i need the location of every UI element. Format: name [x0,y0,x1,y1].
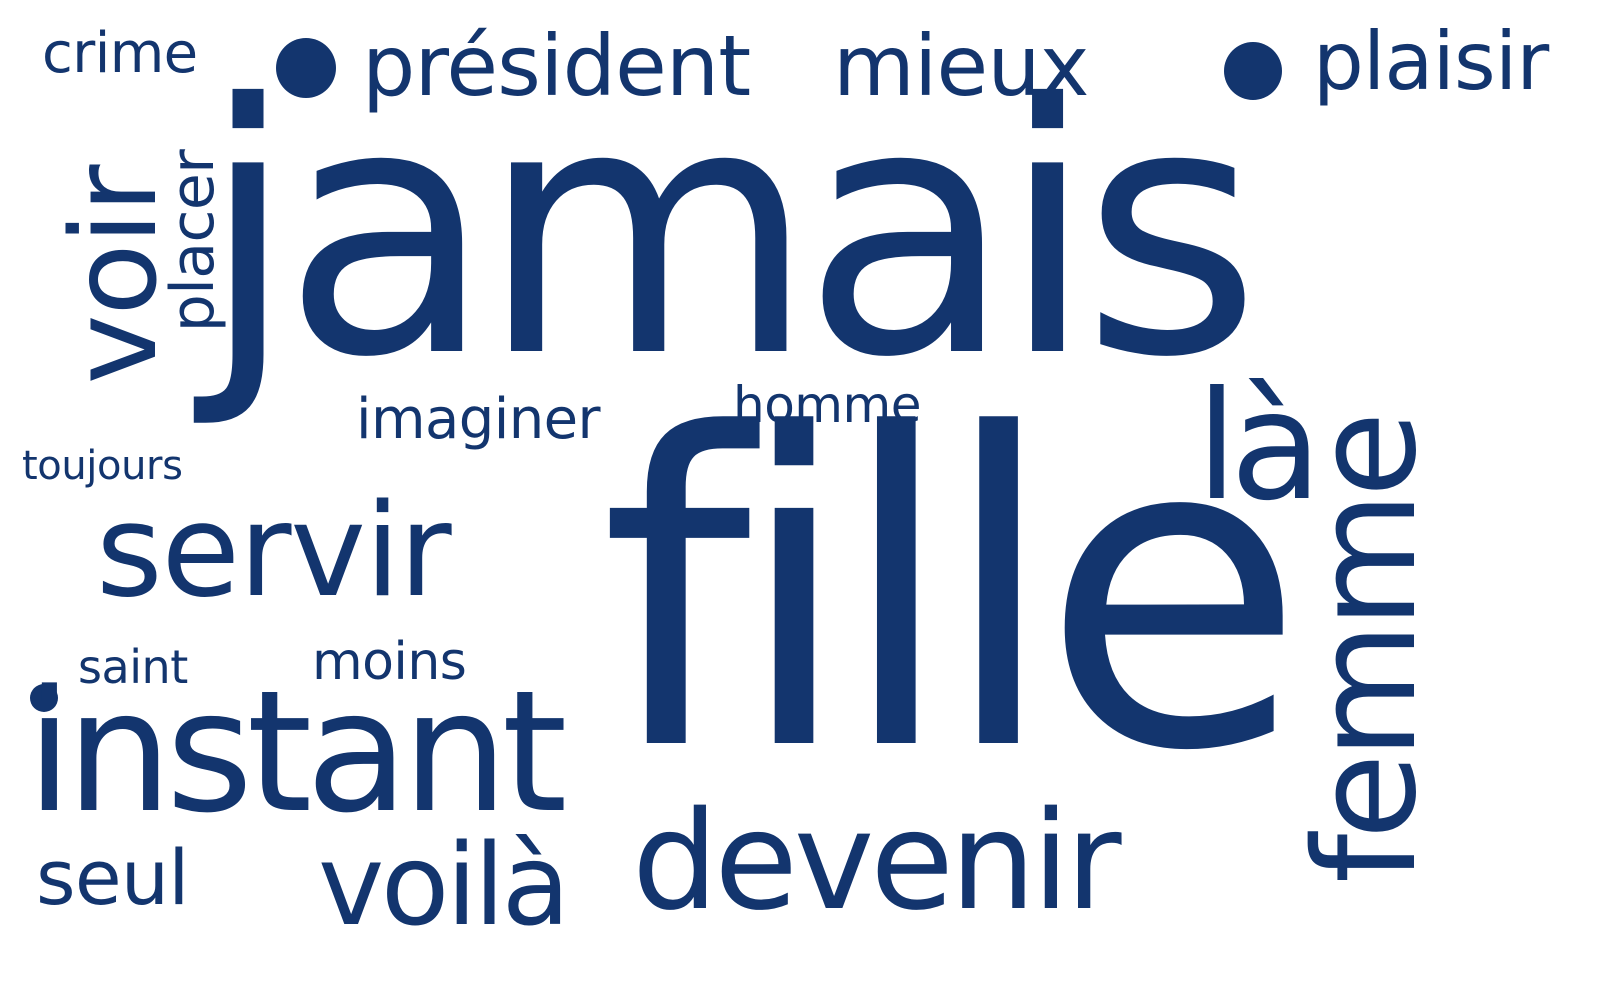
word-voir: voir [45,165,183,385]
word-fille: fille [600,345,1306,845]
word-femme: femme [1285,416,1448,884]
word-devenir: devenir [632,783,1122,941]
word-plaisir: plaisir [1313,15,1549,108]
word-voila: voilà [318,821,570,951]
word-cloud: crime président mieux plaisir voir place… [0,0,1600,1000]
word-imaginer: imaginer [356,387,601,452]
word-servir: servir [96,477,452,626]
word-instant: instant [26,654,568,850]
word-seul: seul [36,833,189,922]
word-crime: crime [42,21,198,86]
